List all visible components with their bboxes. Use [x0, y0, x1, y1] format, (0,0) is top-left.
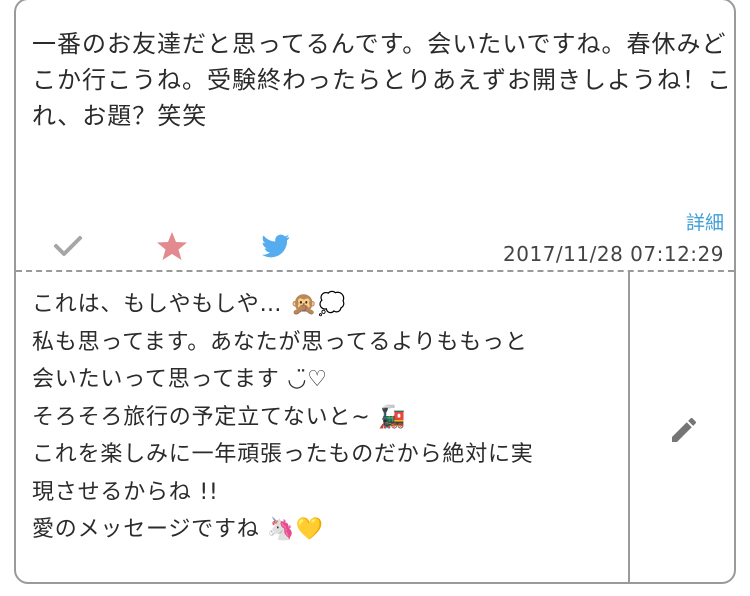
favorite-button[interactable]	[154, 228, 190, 264]
answer-text: これは、もしやもしや… 🙊💭 私も思ってます。あなたが思ってるよりももっと 会い…	[32, 286, 622, 549]
timestamp: 2017/11/28 07:12:29	[503, 242, 724, 266]
question-text: 一番のお友達だと思ってるんです。会いたいですね。春休みどこか行こうね。受験終わっ…	[32, 30, 732, 130]
answer-line: そろそろ旅行の予定立てないと~ 🚂	[32, 404, 407, 430]
answer-line: これは、もしやもしや… 🙊💭	[32, 292, 347, 317]
star-icon	[157, 232, 187, 260]
section-divider	[16, 270, 734, 272]
answer-line: 私も思ってます。あなたが思ってるよりももっと	[32, 329, 528, 355]
answer-line: 会いたいって思ってます ◡̈♡	[32, 367, 328, 392]
edit-panel	[628, 272, 734, 582]
details-link[interactable]: 詳細	[686, 208, 724, 235]
answer-line: 現させるからね !!	[32, 479, 219, 505]
check-button[interactable]	[50, 228, 86, 264]
tweet-button[interactable]	[258, 228, 294, 264]
twitter-icon	[262, 234, 290, 258]
message-card: 一番のお友達だと思ってるんです。会いたいですね。春休みどこか行こうね。受験終わっ…	[14, 0, 736, 584]
pencil-icon	[672, 417, 697, 442]
edit-button[interactable]	[664, 410, 704, 450]
answer-line: 愛のメッセージですね 🦄💛	[32, 517, 324, 542]
answer-line: これを楽しみに一年頑張ったものだから絶対に実	[32, 442, 534, 467]
check-icon	[54, 236, 82, 256]
